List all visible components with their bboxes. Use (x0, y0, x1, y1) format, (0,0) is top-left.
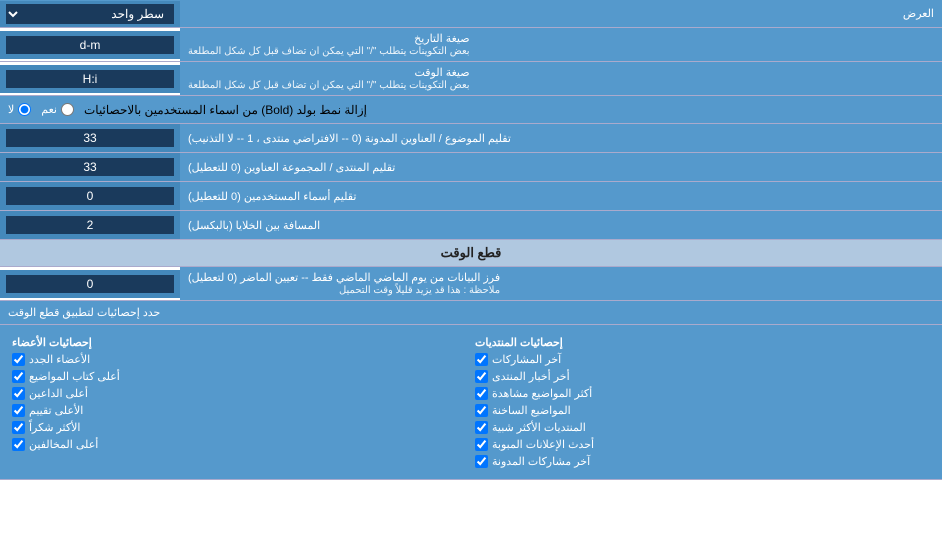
topics-row: تقليم الموضوع / العناوين المدونة (0 -- ا… (0, 124, 942, 153)
topics-input[interactable]: 33 (6, 129, 174, 147)
cb-top-inviters: أعلى الداعين (12, 386, 467, 401)
date-format-label: صيغة التاريخ بعض التكوينات يتطلب "/" الت… (180, 28, 942, 61)
time-format-input[interactable]: H:i (6, 70, 174, 88)
cut-time-input[interactable]: 0 (6, 275, 174, 293)
cb-forum-news: أخر أخبار المنتدى (475, 369, 930, 384)
cb-new-members: الأعضاء الجدد (12, 352, 467, 367)
cut-time-section-header: قطع الوقت (0, 240, 942, 267)
cb-new-members-checkbox[interactable] (12, 353, 25, 366)
topics-input-wrapper: 33 (0, 124, 180, 152)
cell-spacing-input-wrapper: 2 (0, 211, 180, 239)
cb-classifieds-checkbox[interactable] (475, 438, 488, 451)
forum-groups-row: تقليم المنتدى / المجموعة العناوين (0 للت… (0, 153, 942, 182)
checkboxes-grid: إحصائيات المنتديات آخر المشاركات أخر أخب… (8, 331, 934, 473)
col-members-header: إحصائيات الأعضاء (12, 335, 467, 350)
bold-label: إزالة نمط بولد (Bold) من اسماء المستخدمي… (84, 103, 367, 117)
cut-time-row: فرز البيانات من يوم الماضي الماضي فقط --… (0, 267, 942, 301)
top-label: العرض (180, 3, 942, 24)
topics-label: تقليم الموضوع / العناوين المدونة (0 -- ا… (180, 124, 942, 152)
date-format-row: صيغة التاريخ بعض التكوينات يتطلب "/" الت… (0, 28, 942, 62)
cut-time-input-wrapper: 0 (0, 270, 180, 298)
cb-top-violators: أعلى المخالفين (12, 437, 467, 452)
date-format-input[interactable]: d-m (6, 36, 174, 54)
limit-label: حدد إحصائيات لتطبيق قطع الوقت (8, 306, 160, 319)
cb-top-rated-checkbox[interactable] (12, 404, 25, 417)
cut-time-label: فرز البيانات من يوم الماضي الماضي فقط --… (180, 267, 942, 300)
cb-popular-forums: المنتديات الأكثر شبية (475, 420, 930, 435)
cb-hot-topics: المواضيع الساخنة (475, 403, 930, 418)
limit-row: حدد إحصائيات لتطبيق قطع الوقت (0, 301, 942, 325)
date-format-input-wrapper: d-m (0, 31, 180, 59)
cb-popular-forums-checkbox[interactable] (475, 421, 488, 434)
forum-groups-input-wrapper: 33 (0, 153, 180, 181)
cb-blog-posts-checkbox[interactable] (475, 455, 488, 468)
col-forums-header: إحصائيات المنتديات (475, 335, 930, 350)
time-format-row: صيغة الوقت بعض التكوينات يتطلب "/" التي … (0, 62, 942, 96)
checkboxes-section: إحصائيات المنتديات آخر المشاركات أخر أخب… (0, 325, 942, 480)
col-forums: إحصائيات المنتديات آخر المشاركات أخر أخب… (471, 331, 934, 473)
cb-top-violators-checkbox[interactable] (12, 438, 25, 451)
cb-most-thanked: الأكثر شكراً (12, 420, 467, 435)
member-names-row: تقليم أسماء المستخدمين (0 للتعطيل) 0 (0, 182, 942, 211)
cb-top-inviters-checkbox[interactable] (12, 387, 25, 400)
member-names-input[interactable]: 0 (6, 187, 174, 205)
time-format-label: صيغة الوقت بعض التكوينات يتطلب "/" التي … (180, 62, 942, 95)
cell-spacing-label: المسافة بين الخلايا (بالبكسل) (180, 211, 942, 239)
cell-spacing-row: المسافة بين الخلايا (بالبكسل) 2 (0, 211, 942, 240)
cb-most-viewed-checkbox[interactable] (475, 387, 488, 400)
cb-blog-posts: آخر مشاركات المدونة (475, 454, 930, 469)
cb-last-posts: آخر المشاركات (475, 352, 930, 367)
cb-top-writers: أعلى كتاب المواضيع (12, 369, 467, 384)
forum-groups-input[interactable]: 33 (6, 158, 174, 176)
cb-top-rated: الأعلى تقييم (12, 403, 467, 418)
bold-yes-radio[interactable] (61, 103, 74, 116)
col-members: إحصائيات الأعضاء الأعضاء الجدد أعلى كتاب… (8, 331, 471, 473)
cb-most-viewed: أكثر المواضيع مشاهدة (475, 386, 930, 401)
bold-row: إزالة نمط بولد (Bold) من اسماء المستخدمي… (0, 96, 942, 124)
top-input-wrapper: سطر واحد سطرين ثلاثة أسطر (0, 1, 180, 27)
display-select[interactable]: سطر واحد سطرين ثلاثة أسطر (6, 4, 174, 24)
member-names-input-wrapper: 0 (0, 182, 180, 210)
cb-most-thanked-checkbox[interactable] (12, 421, 25, 434)
cell-spacing-input[interactable]: 2 (6, 216, 174, 234)
forum-groups-label: تقليم المنتدى / المجموعة العناوين (0 للت… (180, 153, 942, 181)
cb-forum-news-checkbox[interactable] (475, 370, 488, 383)
cb-top-writers-checkbox[interactable] (12, 370, 25, 383)
cb-classifieds: أحدث الإعلانات المبوبة (475, 437, 930, 452)
bold-no-label[interactable]: لا (8, 103, 31, 116)
bold-yes-label[interactable]: نعم (41, 103, 74, 116)
time-format-input-wrapper: H:i (0, 65, 180, 93)
member-names-label: تقليم أسماء المستخدمين (0 للتعطيل) (180, 182, 942, 210)
top-row: العرض سطر واحد سطرين ثلاثة أسطر (0, 0, 942, 28)
cb-last-posts-checkbox[interactable] (475, 353, 488, 366)
cb-hot-topics-checkbox[interactable] (475, 404, 488, 417)
bold-no-radio[interactable] (18, 103, 31, 116)
